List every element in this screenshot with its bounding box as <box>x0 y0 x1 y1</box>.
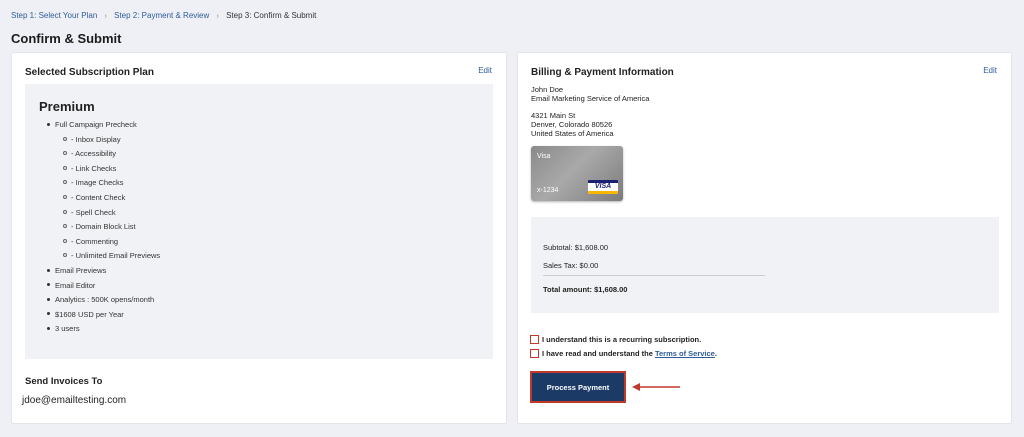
recurring-label: I understand this is a recurring subscri… <box>542 335 702 344</box>
feature-item: Analytics : 500K opens/month <box>47 295 154 304</box>
hollow-bullet-icon <box>63 180 67 185</box>
sub-feature-item: - Content Check <box>63 193 125 202</box>
breadcrumb-separator: › <box>104 13 107 20</box>
feature-label: - Image Checks <box>71 178 124 188</box>
hollow-bullet-icon <box>63 151 67 156</box>
credit-card-image: Visa x-1234 VISA <box>531 146 623 201</box>
feature-item: Email Editor <box>47 281 95 290</box>
breadcrumb: Step 1: Select Your Plan › Step 2: Payme… <box>11 11 316 20</box>
breadcrumb-current-step: Step 3: Confirm & Submit <box>226 11 317 20</box>
recurring-agreement[interactable]: I understand this is a recurring subscri… <box>530 335 701 344</box>
billing-edit-link[interactable]: Edit <box>983 66 997 75</box>
feature-label: Email Previews <box>55 266 107 275</box>
pointer-arrow-icon <box>632 383 680 391</box>
subtotal: Subtotal: $1,608.00 <box>543 243 609 252</box>
subscription-card-title: Selected Subscription Plan <box>25 67 154 78</box>
terms-of-service-link[interactable]: Terms of Service <box>655 349 715 358</box>
card-number: x-1234 <box>537 187 559 194</box>
billing-country: United States of America <box>531 129 614 138</box>
feature-label: Email Editor <box>55 280 96 290</box>
breadcrumb-step-2[interactable]: Step 2: Payment & Review <box>114 11 209 20</box>
billing-city-state: Denver, Colorado 80526 <box>531 120 613 129</box>
feature-item: Full Campaign Precheck <box>47 120 137 129</box>
feature-label: Full Campaign Precheck <box>55 120 137 129</box>
sub-feature-item: - Spell Check <box>63 208 116 217</box>
bullet-icon <box>47 312 50 316</box>
hollow-bullet-icon <box>63 238 67 243</box>
feature-label: 3 users <box>55 324 80 334</box>
hollow-bullet-icon <box>63 224 67 229</box>
bullet-icon <box>47 283 50 287</box>
bullet-icon <box>47 122 50 126</box>
tos-checkbox[interactable] <box>530 349 539 358</box>
hollow-bullet-icon <box>63 136 67 141</box>
breadcrumb-separator: › <box>216 13 219 20</box>
breadcrumb-step-1[interactable]: Step 1: Select Your Plan <box>11 11 97 20</box>
card-brand-label: Visa <box>537 153 551 160</box>
recurring-checkbox[interactable] <box>530 335 539 344</box>
hollow-bullet-icon <box>63 165 67 170</box>
sub-feature-item: - Image Checks <box>63 178 124 187</box>
feature-label: - Commenting <box>71 236 119 246</box>
feature-label: - Inbox Display <box>71 134 121 144</box>
billing-card-title: Billing & Payment Information <box>531 67 674 78</box>
plan-details-box: Premium Full Campaign Precheck - Inbox D… <box>25 84 493 359</box>
plan-name: Premium <box>39 99 95 114</box>
feature-item: 3 users <box>47 324 80 333</box>
billing-card: Billing & Payment Information Edit John … <box>517 52 1012 424</box>
billing-company: Email Marketing Service of America <box>531 94 650 103</box>
page-title: Confirm & Submit <box>11 31 122 46</box>
invoice-email: jdoe@emailtesting.com <box>22 395 127 406</box>
feature-label: - Domain Block List <box>71 222 136 232</box>
summary-divider <box>543 275 765 276</box>
process-payment-button[interactable]: Process Payment <box>530 371 626 403</box>
feature-label: Analytics : 500K opens/month <box>55 295 155 305</box>
tos-agreement[interactable]: I have read and understand the Terms of … <box>530 349 717 358</box>
billing-name: John Doe <box>531 85 564 94</box>
hollow-bullet-icon <box>63 253 67 258</box>
order-summary-box: Subtotal: $1,608.00 Sales Tax: $0.00 Tot… <box>531 217 999 313</box>
visa-logo-text: VISA <box>594 183 612 190</box>
subscription-card: Selected Subscription Plan Edit Premium … <box>11 52 507 424</box>
hollow-bullet-icon <box>63 209 67 214</box>
feature-label: - Link Checks <box>71 163 117 173</box>
sub-feature-item: - Unlimited Email Previews <box>63 251 160 260</box>
tos-label-suffix: . <box>714 349 717 358</box>
subscription-edit-link[interactable]: Edit <box>478 66 492 75</box>
feature-label: - Unlimited Email Previews <box>71 251 161 261</box>
feature-label: - Spell Check <box>71 207 116 217</box>
feature-label: - Content Check <box>71 193 126 202</box>
billing-street: 4321 Main St <box>531 111 576 120</box>
bullet-icon <box>47 297 50 301</box>
bullet-icon <box>47 326 50 330</box>
feature-item: Email Previews <box>47 266 106 275</box>
sub-feature-item: - Inbox Display <box>63 135 121 144</box>
sub-feature-item: - Accessibility <box>63 149 116 158</box>
sub-feature-item: - Domain Block List <box>63 222 136 231</box>
feature-label: - Accessibility <box>71 149 117 159</box>
sales-tax: Sales Tax: $0.00 <box>543 261 599 270</box>
hollow-bullet-icon <box>63 195 67 200</box>
sub-feature-item: - Commenting <box>63 237 118 246</box>
feature-item: $1608 USD per Year <box>47 310 124 319</box>
sub-feature-item: - Link Checks <box>63 164 116 173</box>
bullet-icon <box>47 268 50 272</box>
visa-logo-icon: VISA <box>588 180 618 194</box>
feature-label: $1608 USD per Year <box>55 309 124 319</box>
total-amount: Total amount: $1,608.00 <box>543 285 628 294</box>
send-invoices-title: Send Invoices To <box>25 376 103 387</box>
tos-label-prefix: I have read and understand the <box>542 349 655 358</box>
